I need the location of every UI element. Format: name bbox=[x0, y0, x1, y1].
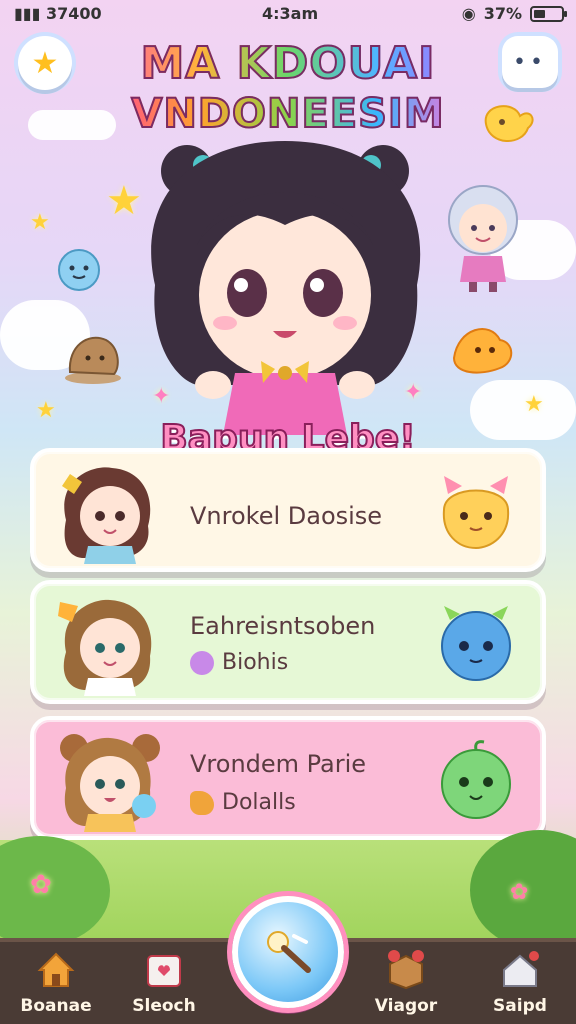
character-card[interactable]: Vnrokel Daosise bbox=[30, 448, 546, 572]
game-title: MA KDOUAI VNDONEESIM bbox=[110, 37, 466, 138]
play-button[interactable] bbox=[232, 896, 344, 1008]
nav-home-label: Boanae bbox=[20, 996, 92, 1016]
signal-text: ▮▮▮ 37400 bbox=[14, 4, 102, 23]
clock: 4:3am bbox=[262, 4, 319, 23]
nav-shop-label: Sleoch bbox=[132, 996, 196, 1016]
nav-home[interactable]: Boanae bbox=[6, 942, 106, 1024]
shop-icon bbox=[147, 955, 181, 987]
battery-label: 37% bbox=[483, 4, 522, 23]
fox-pet-icon bbox=[442, 476, 510, 550]
gem-icon bbox=[190, 790, 214, 815]
blue-slime-pet-icon bbox=[441, 606, 511, 681]
character-stat: Dolalls bbox=[190, 790, 296, 815]
nav-shop[interactable]: Sleoch bbox=[114, 942, 214, 1024]
home-icon bbox=[37, 952, 75, 987]
house-icon bbox=[503, 951, 539, 987]
title-line-1: MA KDOUAI bbox=[110, 37, 466, 90]
magic-wand-icon bbox=[267, 931, 311, 973]
character-card[interactable]: Eahreisntsoben Biohis bbox=[30, 580, 546, 704]
status-bar: ▮▮▮ 37400 4:3am ◉ 37% bbox=[0, 0, 576, 30]
character-card[interactable]: Vrondem Parie Dolalls bbox=[30, 716, 546, 840]
gem-icon bbox=[190, 650, 214, 675]
box-icon bbox=[388, 950, 424, 990]
character-avatar bbox=[58, 599, 152, 696]
signal-label: 37400 bbox=[46, 4, 102, 23]
star-icon: ★ bbox=[524, 392, 544, 417]
character-name: Eahreisntsoben bbox=[190, 612, 376, 640]
blob-pet-icon bbox=[58, 249, 100, 291]
star-icon: ★ bbox=[36, 398, 56, 423]
nav-inventory[interactable]: Viagor bbox=[356, 942, 456, 1024]
menu-button[interactable]: •• bbox=[502, 36, 558, 88]
character-avatar bbox=[62, 467, 151, 564]
cloud-decoration bbox=[470, 380, 576, 440]
nav-house-label: Saipd bbox=[493, 996, 547, 1016]
star-icon: ★ bbox=[31, 45, 59, 81]
menu-dots-icon: •• bbox=[513, 49, 547, 75]
battery-icon bbox=[530, 5, 567, 22]
green-slime-pet-icon bbox=[441, 740, 511, 819]
character-stat-label: Biohis bbox=[222, 650, 289, 675]
title-line-2: VNDONEESIM bbox=[110, 90, 466, 138]
nav-house[interactable]: Saipd bbox=[470, 942, 570, 1024]
cat-girl-character bbox=[448, 185, 518, 292]
flame-pet-icon bbox=[452, 328, 513, 374]
character-avatar bbox=[60, 734, 160, 832]
character-stat-label: Dolalls bbox=[222, 790, 296, 815]
character-name: Vnrokel Daosise bbox=[190, 502, 383, 530]
battery-fill bbox=[534, 9, 546, 18]
star-icon: ★ bbox=[30, 210, 50, 235]
bird-pet-icon bbox=[484, 105, 534, 142]
favorites-button[interactable]: ★ bbox=[18, 36, 72, 90]
status-icons: ◉ 37% bbox=[461, 4, 567, 23]
flower-icon: ✿ bbox=[30, 870, 52, 900]
character-stat: Biohis bbox=[190, 650, 288, 675]
nav-inventory-label: Viagor bbox=[374, 996, 438, 1016]
game-screen: ★ ★ ★ ★ ✦ ✦ ▮▮▮ 37400 4:3am ◉ 37% ★ •• M… bbox=[0, 0, 576, 1024]
wifi-icon: ◉ bbox=[461, 4, 476, 23]
character-name: Vrondem Parie bbox=[190, 750, 367, 778]
hero-character bbox=[151, 141, 421, 435]
bun-pet-icon bbox=[65, 336, 121, 384]
flower-icon: ✿ bbox=[510, 880, 529, 905]
signal-icon: ▮▮▮ bbox=[14, 4, 41, 23]
cloud-decoration bbox=[28, 110, 116, 140]
